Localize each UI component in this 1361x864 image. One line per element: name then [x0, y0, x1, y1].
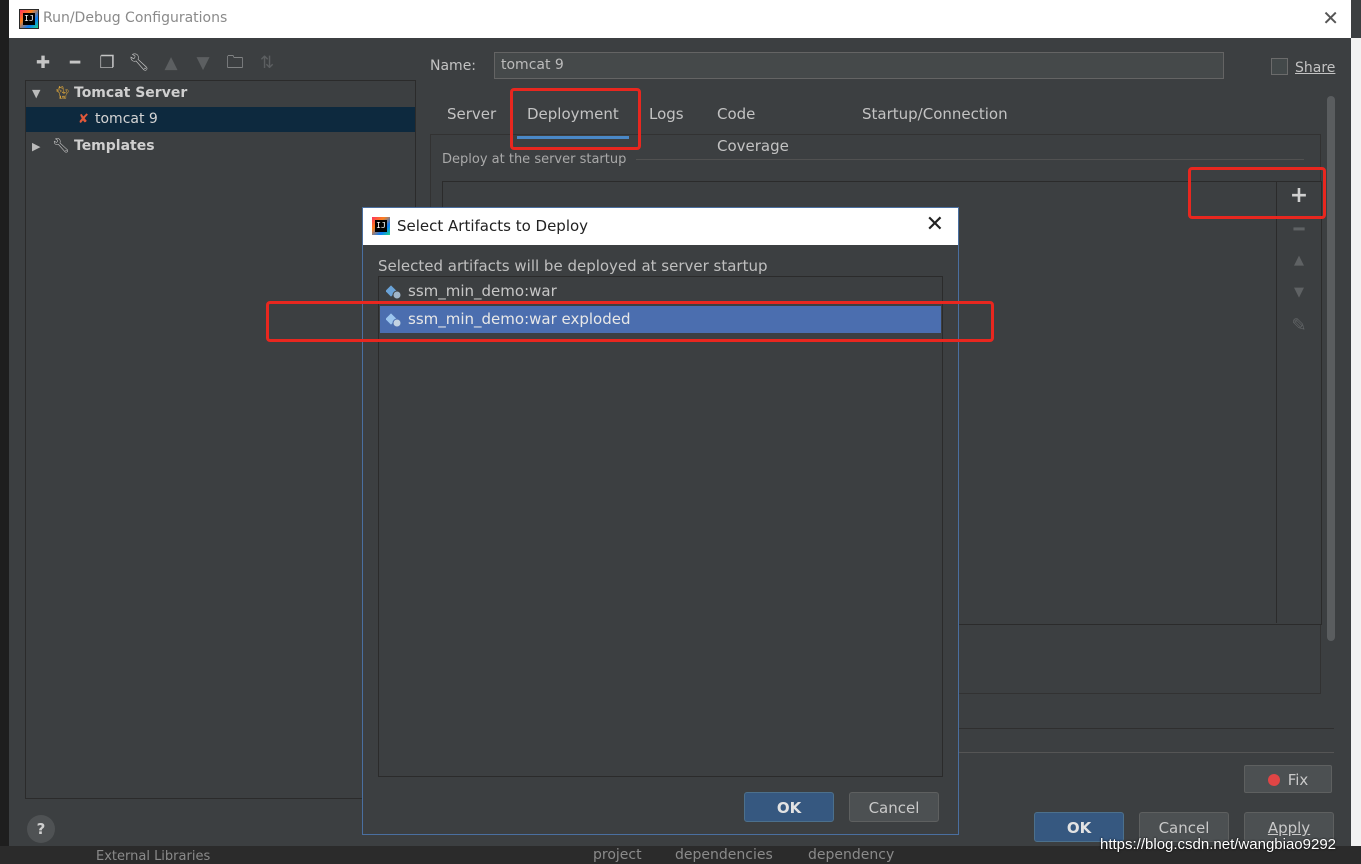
lightbulb-icon [1267, 774, 1280, 786]
background-breadcrumb-2: dependencies [675, 847, 773, 863]
tree-item-label: Tomcat Server [74, 85, 188, 101]
dialog-titlebar: Select Artifacts to Deploy ✕ [363, 208, 958, 245]
deploy-list-buttons: + ━ ▲ ▼ ✎ [1276, 181, 1321, 623]
dialog-close-icon[interactable]: ✕ [926, 212, 944, 237]
config-tree: ▼ 🐈︎ Tomcat Server ✘ tomcat 9 ▶ 🔧︎ Templ… [25, 80, 416, 799]
move-up-icon[interactable]: ▲ [155, 50, 187, 76]
edit-icon[interactable]: ✎ [1277, 315, 1321, 336]
window-close-icon[interactable]: ✕ [1322, 6, 1339, 30]
help-button[interactable]: ? [27, 815, 55, 843]
tomcat-config-icon: ✘ [78, 112, 89, 127]
artifact-icon [386, 313, 402, 328]
remove-icon[interactable]: ━ [1277, 219, 1321, 240]
dialog-cancel-button[interactable]: Cancel [849, 792, 939, 822]
artifact-item-war[interactable]: ssm_min_demo:war [380, 278, 941, 305]
desktop-edge-left [0, 0, 9, 864]
artifact-icon [386, 285, 402, 300]
artifact-item-war-exploded[interactable]: ssm_min_demo:war exploded [380, 306, 941, 333]
tree-item-templates[interactable]: ▶ 🔧︎ Templates [26, 134, 415, 159]
intellij-logo-icon [19, 9, 39, 29]
folder-add-icon[interactable]: 🗀 [219, 50, 251, 76]
desktop-edge-right [1351, 38, 1361, 864]
share-checkbox[interactable]: Share [1271, 58, 1335, 76]
move-down-icon[interactable]: ▼ [187, 50, 219, 76]
tab-deployment[interactable]: Deployment [517, 98, 629, 139]
move-up-icon[interactable]: ▲ [1277, 253, 1321, 268]
dialog-description: Selected artifacts will be deployed at s… [378, 257, 768, 275]
tab-startup-connection[interactable]: Startup/Connection [862, 98, 1008, 136]
name-label: Name: [430, 58, 477, 74]
name-input[interactable]: tomcat 9 [494, 52, 1224, 79]
tab-server[interactable]: Server [447, 98, 496, 136]
copy-icon[interactable]: ❐ [91, 50, 123, 76]
tomcat-icon: 🐈︎ [54, 86, 71, 101]
select-artifacts-dialog: Select Artifacts to Deploy ✕ Selected ar… [362, 207, 959, 835]
wrench-icon[interactable]: 🔧︎ [123, 50, 155, 76]
add-icon[interactable]: ✚ [27, 50, 59, 76]
tab-logs[interactable]: Logs [649, 98, 684, 136]
tree-item-tomcat-9[interactable]: ✘ tomcat 9 [26, 107, 415, 132]
move-down-icon[interactable]: ▼ [1277, 285, 1321, 300]
background-breadcrumb-1: project [593, 847, 642, 863]
tab-code-coverage[interactable]: Code Coverage [717, 98, 789, 155]
collapse-arrow-icon[interactable]: ▶ [32, 134, 40, 159]
wrench-icon: 🔧︎ [52, 138, 70, 154]
artifact-label: ssm_min_demo:war exploded [408, 310, 631, 328]
tree-item-label: tomcat 9 [95, 111, 158, 127]
window-titlebar: Run/Debug Configurations ✕ [9, 0, 1351, 38]
dialog-title: Select Artifacts to Deploy [397, 217, 589, 235]
dialog-ok-button[interactable]: OK [744, 792, 834, 822]
share-label: Share [1295, 60, 1336, 76]
window-title: Run/Debug Configurations [43, 10, 228, 26]
group-divider [636, 159, 1304, 160]
expand-arrow-icon[interactable]: ▼ [32, 81, 40, 106]
artifact-label: ssm_min_demo:war [408, 282, 557, 300]
config-toolbar: ✚ ━ ❐ 🔧︎ ▲ ▼ 🗀 ⇅ [27, 50, 283, 76]
background-breadcrumb-3: dependency [808, 847, 895, 863]
tree-item-tomcat-server[interactable]: ▼ 🐈︎ Tomcat Server [26, 81, 415, 106]
sort-icon[interactable]: ⇅ [251, 50, 283, 76]
deploy-group-title: Deploy at the server startup [442, 152, 627, 167]
checkbox-icon[interactable] [1271, 58, 1288, 75]
fix-label: Fix [1287, 771, 1309, 789]
remove-icon[interactable]: ━ [59, 50, 91, 76]
intellij-logo-icon [372, 217, 390, 235]
artifacts-list: ssm_min_demo:war ssm_min_demo:war explod… [378, 276, 943, 777]
watermark-text: https://blog.csdn.net/wangbiao9292 [1100, 836, 1337, 853]
panel-scrollbar[interactable] [1327, 96, 1335, 641]
tree-item-label: Templates [74, 138, 155, 154]
add-icon[interactable]: + [1277, 183, 1321, 208]
fix-button[interactable]: Fix [1244, 765, 1332, 793]
background-tree-text: External Libraries [96, 849, 211, 864]
